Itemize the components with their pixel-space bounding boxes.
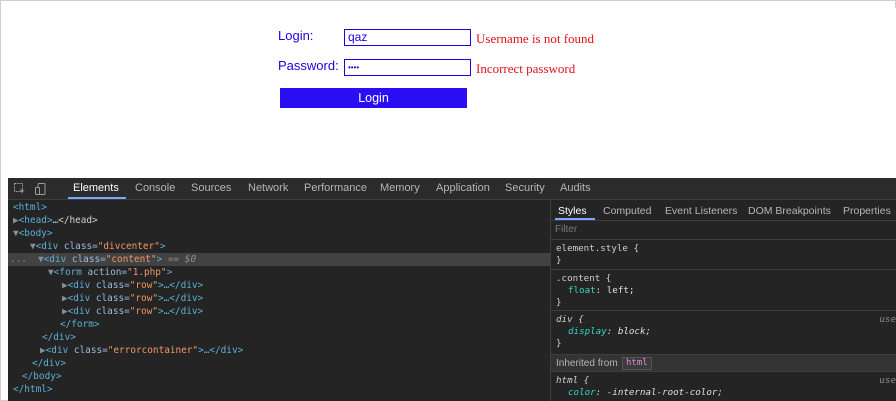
login-label: Login: (278, 28, 314, 43)
tab-properties[interactable]: Properties (843, 205, 891, 217)
dom-node-div-close[interactable]: </div> (8, 357, 550, 370)
dom-node-body-close[interactable]: </body> (8, 370, 550, 383)
dom-node-row[interactable]: ▶<div class="row">…</div> (8, 305, 550, 318)
css-value-color: -internal-root-color; (606, 387, 723, 398)
dom-node-html[interactable]: <html> (8, 201, 550, 214)
inherited-from-header: Inherited from html (551, 355, 896, 372)
login-submit-button[interactable]: Login (280, 88, 467, 108)
dom-node-head[interactable]: ▶<head>…</head> (8, 214, 550, 227)
styles-filter (551, 221, 896, 240)
dom-node-body[interactable]: ▼<body> (8, 227, 550, 240)
tab-application[interactable]: Application (436, 182, 490, 194)
user-agent-source: use (879, 375, 896, 386)
tab-audits[interactable]: Audits (560, 182, 591, 194)
dom-node-row[interactable]: ▶<div class="row">…</div> (8, 279, 550, 292)
active-tab-indicator (68, 197, 126, 199)
tab-elements[interactable]: Elements (73, 182, 119, 194)
css-value-float[interactable]: left; (607, 285, 635, 296)
devtools-panel: Elements Console Sources Network Perform… (8, 178, 896, 401)
tab-sources[interactable]: Sources (191, 182, 231, 194)
password-label: Password: (278, 58, 339, 73)
tab-performance[interactable]: Performance (304, 182, 367, 194)
dom-node-form[interactable]: ▼<form action="1.php"> (8, 266, 550, 279)
password-input[interactable] (344, 59, 471, 76)
dom-node-divcenter[interactable]: ▼<div class="divcenter"> (8, 240, 550, 253)
password-error: Incorrect password (476, 61, 576, 76)
tab-network[interactable]: Network (248, 182, 288, 194)
styles-tab-indicator (555, 218, 595, 220)
dom-node-form-close[interactable]: </form> (8, 318, 550, 331)
tab-event-listeners[interactable]: Event Listeners (665, 205, 737, 217)
dom-node-html-close[interactable]: </html> (8, 383, 550, 396)
dom-node-errorcontainer[interactable]: ▶<div class="errorcontainer">…</div> (8, 344, 550, 357)
devtools-tabbar: Elements Console Sources Network Perform… (8, 178, 896, 200)
page-viewport: Login: Username is not found Password: I… (8, 8, 896, 178)
css-property-display: display (568, 326, 607, 337)
dom-node-content-selected[interactable]: ... ▼<div class="content"> == $0 (8, 253, 550, 266)
inherited-html-link[interactable]: html (622, 357, 652, 370)
rule-content[interactable]: .content { float: left; } (551, 270, 896, 311)
styles-pane: Styles Computed Event Listeners DOM Brea… (551, 200, 896, 401)
styles-filter-input[interactable] (555, 223, 885, 236)
inspect-element-icon[interactable] (14, 182, 26, 194)
dom-node-div-close[interactable]: </div> (8, 331, 550, 344)
css-value-display: block; (617, 326, 652, 337)
tab-console[interactable]: Console (135, 182, 175, 194)
tab-dom-breakpoints[interactable]: DOM Breakpoints (748, 205, 831, 217)
rule-div-user-agent[interactable]: div { use display: block; } (551, 311, 896, 355)
css-property-float[interactable]: float (568, 285, 596, 296)
rule-html-user-agent[interactable]: html { use color: -internal-root-color; (551, 372, 896, 401)
elements-dom-tree: <html> ▶<head>…</head> ▼<body> ▼<div cla… (8, 200, 550, 401)
login-input[interactable] (344, 29, 471, 46)
styles-tabbar: Styles Computed Event Listeners DOM Brea… (551, 200, 896, 221)
rule-element-style[interactable]: element.style { } (551, 240, 896, 270)
device-toolbar-icon[interactable] (35, 182, 47, 195)
user-agent-source: use (879, 314, 896, 325)
tab-security[interactable]: Security (505, 182, 545, 194)
more-options-dots[interactable]: ... (10, 253, 27, 266)
tab-computed[interactable]: Computed (603, 205, 651, 217)
dom-node-row[interactable]: ▶<div class="row">…</div> (8, 292, 550, 305)
login-error: Username is not found (476, 31, 595, 46)
css-property-color: color (568, 387, 596, 398)
tab-styles[interactable]: Styles (558, 205, 587, 217)
tab-memory[interactable]: Memory (380, 182, 420, 194)
